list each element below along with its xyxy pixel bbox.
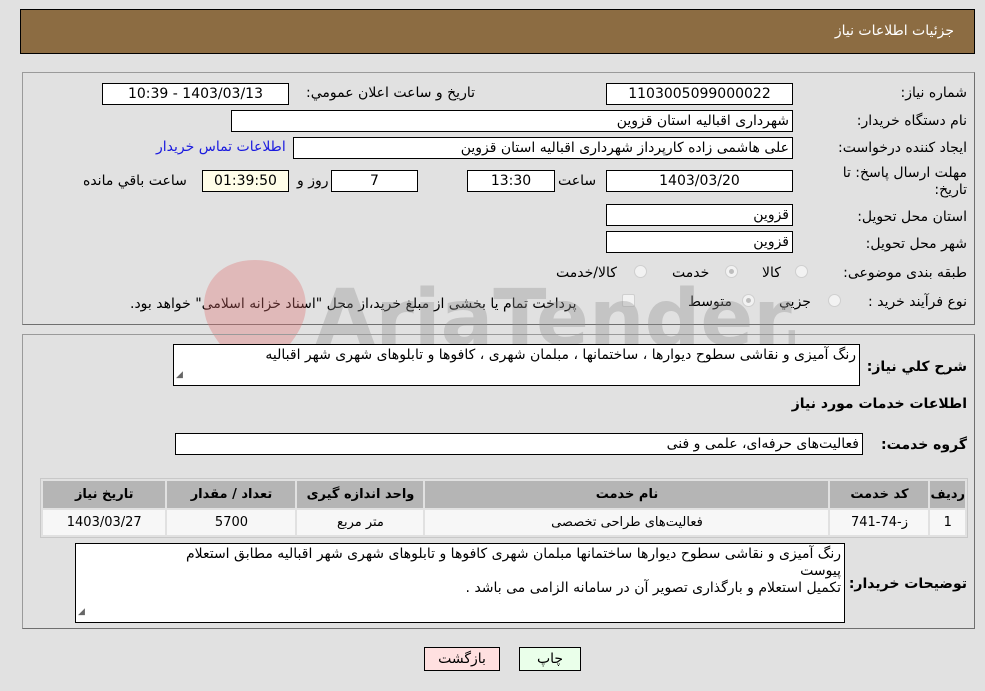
description-text: رنگ آمیزی و نقاشی سطوح دیوارها ، ساختمان… — [265, 347, 856, 363]
process-label: نوع فرآیند خرید : — [868, 294, 967, 310]
col-unit: واحد اندازه گیری — [297, 481, 424, 508]
deadline-label-line2: تاریخ: — [934, 182, 967, 198]
resize-handle-icon[interactable]: ◢ — [176, 367, 183, 384]
cell-unit: متر مربع — [297, 510, 424, 535]
days-remaining-field[interactable]: 7 — [331, 170, 418, 192]
announce-date-label: تاریخ و ساعت اعلان عمومي: — [306, 85, 475, 101]
back-button[interactable]: بازگشت — [424, 647, 500, 671]
creator-field[interactable]: علی هاشمی زاده کارپرداز شهرداری اقبالیه … — [293, 137, 793, 159]
buyer-notes-line3: تکمیل استعلام و بارگذاری تصویر آن در سام… — [465, 580, 841, 596]
service-group-field[interactable]: فعالیت‌های حرفه‌ای، علمی و فنی — [175, 433, 863, 455]
province-field[interactable]: قزوین — [606, 204, 793, 226]
process-medium-label: متوسط — [688, 294, 732, 310]
print-button[interactable]: چاپ — [519, 647, 581, 671]
deadline-date-field[interactable]: 1403/03/20 — [606, 170, 793, 192]
description-textarea[interactable]: رنگ آمیزی و نقاشی سطوح دیوارها ، ساختمان… — [173, 344, 860, 386]
deadline-label-line1: مهلت ارسال پاسخ: تا — [842, 165, 967, 181]
col-service-code: کد خدمت — [830, 481, 929, 508]
buyer-notes-textarea[interactable]: رنگ آمیزی و نقاشی سطوح دیوارها ساختمانها… — [75, 543, 845, 623]
city-field[interactable]: قزوین — [606, 231, 793, 253]
cell-need-date: 1403/03/27 — [43, 510, 166, 535]
col-service-name: نام خدمت — [425, 481, 829, 508]
services-heading: اطلاعات خدمات مورد نياز — [791, 396, 967, 412]
category-service-label: خدمت — [672, 265, 710, 281]
page-header: جزئیات اطلاعات نیاز — [20, 9, 975, 54]
process-minor-label: جزيي — [779, 294, 811, 310]
buyer-notes-line1: رنگ آمیزی و نقاشی سطوح دیوارها ساختمانها… — [185, 546, 841, 562]
category-goods-label: کالا — [762, 265, 781, 281]
resize-handle-icon[interactable]: ◢ — [78, 604, 85, 621]
cell-service-code: ز-74-741 — [830, 510, 929, 535]
table-header-row: ردیف کد خدمت نام خدمت واحد اندازه گیری ت… — [43, 481, 965, 508]
deadline-time-field[interactable]: 13:30 — [467, 170, 555, 192]
process-minor-radio[interactable] — [828, 294, 841, 307]
buyer-notes-line2: پیوست — [800, 563, 841, 579]
province-label: استان محل تحویل: — [857, 209, 967, 225]
buyer-contact-link[interactable]: اطلاعات تماس خریدار — [156, 139, 286, 155]
buyer-org-label: نام دستگاه خریدار: — [856, 113, 967, 129]
table-row: 1 ز-74-741 فعالیت‌های طراحی تخصصی متر مر… — [43, 510, 965, 535]
process-medium-radio[interactable] — [742, 294, 755, 307]
services-table: ردیف کد خدمت نام خدمت واحد اندازه گیری ت… — [40, 478, 968, 538]
treasury-note: پرداخت تمام یا بخشی از مبلغ خرید،از محل … — [130, 296, 577, 312]
category-goods-service-radio[interactable] — [634, 265, 647, 278]
announce-date-field[interactable]: 1403/03/13 - 10:39 — [102, 83, 289, 105]
page-title: جزئیات اطلاعات نیاز — [834, 23, 954, 39]
need-number-field[interactable]: 1103005099000022 — [606, 83, 793, 105]
remaining-time-label: ساعت باقي مانده — [83, 173, 187, 189]
service-group-label: گروه خدمت: — [881, 437, 967, 453]
buyer-org-field[interactable]: شهرداری اقبالیه استان قزوین — [231, 110, 793, 132]
category-goods-service-label: کالا/خدمت — [556, 265, 617, 281]
cell-quantity: 5700 — [167, 510, 296, 535]
need-number-label: شماره نیاز: — [900, 85, 968, 101]
col-need-date: تاریخ نیاز — [43, 481, 166, 508]
treasury-checkbox[interactable] — [622, 294, 635, 307]
category-label: طبقه بندی موضوعی: — [843, 265, 967, 281]
col-row-number: ردیف — [930, 481, 965, 508]
description-label: شرح كلي نياز: — [866, 359, 967, 375]
category-goods-radio[interactable] — [795, 265, 808, 278]
cell-service-name: فعالیت‌های طراحی تخصصی — [425, 510, 829, 535]
col-quantity: تعداد / مقدار — [167, 481, 296, 508]
days-label: روز و — [297, 173, 329, 189]
creator-label: ایجاد کننده درخواست: — [838, 140, 967, 156]
city-label: شهر محل تحویل: — [865, 236, 967, 252]
category-service-radio[interactable] — [725, 265, 738, 278]
deadline-time-label: ساعت — [558, 173, 597, 189]
cell-row-number: 1 — [930, 510, 965, 535]
remaining-time-field[interactable]: 01:39:50 — [202, 170, 289, 192]
buyer-notes-label: توضیحات خریدار: — [848, 576, 967, 592]
